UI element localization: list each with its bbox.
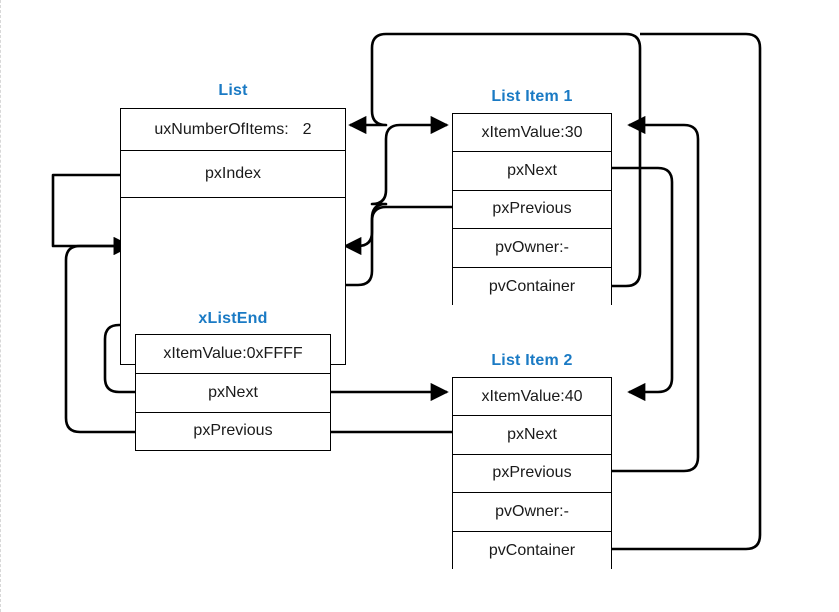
item2-label-pxnext: pxNext [507,426,557,444]
item2-label-pvowner: pvOwner:- [495,502,569,520]
page-edge-rule [0,0,4,612]
xlistend-label-pxprevious: pxPrevious [193,422,273,439]
diagram-canvas: List uxNumberOfItems: 2 pxIndex xListEnd… [0,0,839,612]
item1-row-pxprevious[interactable]: pxPrevious [453,190,611,230]
wire-item2-pvcontainer-to-list [612,32,762,551]
list-row-pxindex[interactable]: pxIndex [121,151,345,198]
list-item-2-title: List Item 2 [491,352,573,369]
item1-label-pxnext: pxNext [507,162,557,180]
list-struct: uxNumberOfItems: 2 pxIndex xListEnd xIte… [120,108,346,451]
xlistend-row-pxnext[interactable]: pxNext [136,374,330,413]
list-label-pxindex: pxIndex [204,165,262,182]
item1-label-pvcontainer: pvContainer [488,277,576,295]
list-label-uxnumberofitems: uxNumberOfItems: [154,120,289,138]
xlistend-label-pxnext: pxNext [208,384,258,401]
item1-row-pxnext[interactable]: pxNext [453,152,611,191]
item2-row-pxprevious[interactable]: pxPrevious [453,454,611,494]
item1-row-xitemvalue[interactable]: xItemValue:30 [453,114,611,153]
item1-row-pvcontainer[interactable]: pvContainer [453,267,611,306]
item2-label-pxprevious: pxPrevious [492,464,572,482]
wire-item1-pxprevious-to-xlistend [343,205,452,256]
item2-row-pvowner[interactable]: pvOwner:- [453,493,611,532]
xlistend-row-pxprevious[interactable]: pxPrevious [136,413,330,449]
item1-label-xitemvalue: xItemValue:30 [481,123,583,141]
item2-row-pxnext[interactable]: pxNext [453,416,611,455]
xlistend-row-xitemvalue[interactable]: xItemValue:0xFFFF [136,335,330,374]
list-item-2-box: xItemValue:40 pxNext pxPrevious pvOwner:… [452,377,612,570]
wire-list-pxindex-to-xlistend [51,173,132,256]
list-title: List [218,82,248,99]
item2-row-pvcontainer[interactable]: pvContainer [453,531,611,570]
wire-xlistend-pxnext-to-item1 [330,115,449,287]
list-item-1-title: List Item 1 [491,88,573,105]
item1-row-pvowner[interactable]: pvOwner:- [453,229,611,268]
item1-label-pxprevious: pxPrevious [492,200,572,218]
item2-label-xitemvalue: xItemValue:40 [481,387,583,405]
list-row-uxnumberofitems[interactable]: uxNumberOfItems: 2 [121,109,345,151]
item2-row-xitemvalue[interactable]: xItemValue:40 [453,378,611,417]
xlistend-title: xListEnd [198,310,268,327]
wire-item2-pxprevious-to-item1 [612,115,700,473]
item2-label-pvcontainer: pvContainer [488,541,576,559]
item1-label-pvowner: pvOwner:- [495,238,569,256]
list-item-1-box: xItemValue:30 pxNext pxPrevious pvOwner:… [452,113,612,306]
list-value-uxnumberofitems: 2 [302,120,312,138]
wire-item1-pxnext-to-item2 [612,166,674,402]
xlistend-box: xItemValue:0xFFFF pxNext pxPrevious [135,334,331,451]
xlistend-label-xitemvalue: xItemValue:0xFFFF [163,345,303,362]
